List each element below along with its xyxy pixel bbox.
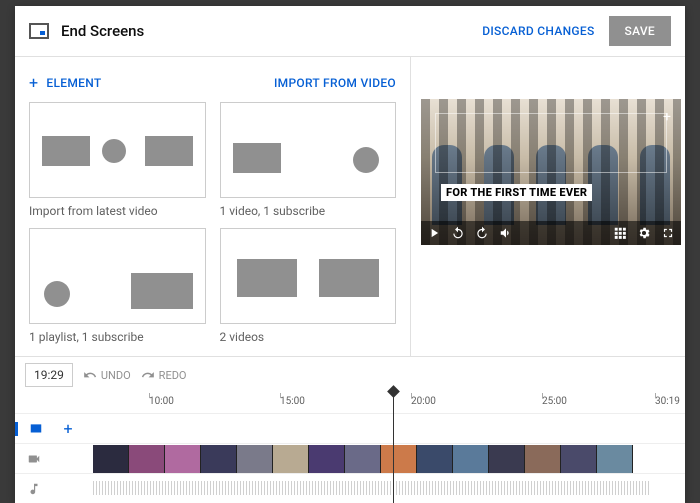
audio-track[interactable] <box>15 473 685 503</box>
track-content[interactable] <box>123 414 685 443</box>
video-thumbnails <box>93 445 685 473</box>
add-overlay-icon[interactable]: + <box>663 109 671 125</box>
track-content[interactable] <box>93 474 685 503</box>
video-track[interactable] <box>15 443 685 473</box>
template-label: 1 playlist, 1 subscribe <box>29 330 206 344</box>
ruler-tick: 25:00 <box>542 396 567 407</box>
template-1playlist-1subscribe[interactable]: 1 playlist, 1 subscribe <box>29 228 206 344</box>
panel-title: End Screens <box>61 22 482 40</box>
template-label: 2 videos <box>220 330 397 344</box>
template-thumb <box>220 102 397 198</box>
timeline-ruler[interactable]: 10:00 15:00 20:00 25:00 30:19 <box>125 393 685 413</box>
volume-icon[interactable] <box>499 226 513 240</box>
audio-waveform <box>93 481 649 495</box>
safe-zone <box>435 113 667 173</box>
player-controls <box>421 221 681 245</box>
subscribe-shape <box>44 281 70 307</box>
end-screen-icon <box>29 23 49 39</box>
forward-icon[interactable] <box>475 226 489 240</box>
undo-icon <box>83 368 97 382</box>
timeline-toolbar: 19:29 UNDO REDO <box>15 357 685 393</box>
preview-column: + FOR THE FIRST TIME EVER <box>411 57 685 356</box>
template-label: Import from latest video <box>29 204 206 218</box>
video-shape <box>237 259 297 297</box>
add-track-item-button[interactable]: + <box>53 419 83 438</box>
template-thumb <box>29 102 206 198</box>
ruler-tick: 10:00 <box>149 396 174 407</box>
redo-button[interactable]: REDO <box>141 368 187 382</box>
time-input[interactable]: 19:29 <box>25 363 73 387</box>
redo-label: REDO <box>159 369 187 382</box>
ruler-tick: 30:19 <box>655 396 680 407</box>
ruler-tick: 20:00 <box>411 396 436 407</box>
timeline-area: 19:29 UNDO REDO 10:00 15:00 20:00 25:00 … <box>15 356 685 503</box>
template-import-latest[interactable]: Import from latest video <box>29 102 206 218</box>
preview-caption: FOR THE FIRST TIME EVER <box>441 184 592 201</box>
video-shape <box>319 259 379 297</box>
import-from-video-button[interactable]: IMPORT FROM VIDEO <box>274 76 396 90</box>
video-shape <box>42 136 90 166</box>
video-preview[interactable]: + FOR THE FIRST TIME EVER <box>421 99 681 245</box>
templates-toolbar: + ELEMENT IMPORT FROM VIDEO <box>29 67 396 102</box>
discard-button[interactable]: DISCARD CHANGES <box>482 24 594 38</box>
gear-icon[interactable] <box>637 226 651 240</box>
playhead[interactable] <box>393 391 394 503</box>
grid-icon[interactable] <box>613 226 627 240</box>
add-element-label: ELEMENT <box>46 76 101 90</box>
template-thumb <box>29 228 206 324</box>
template-2videos[interactable]: 2 videos <box>220 228 397 344</box>
template-label: 1 video, 1 subscribe <box>220 204 397 218</box>
add-element-button[interactable]: + ELEMENT <box>29 73 101 92</box>
timeline-tracks: + <box>15 413 685 503</box>
ruler-tick: 15:00 <box>280 396 305 407</box>
undo-label: UNDO <box>101 369 131 382</box>
redo-icon <box>141 368 155 382</box>
video-track-icon <box>15 452 53 466</box>
fullscreen-icon[interactable] <box>661 226 675 240</box>
template-grid: Import from latest video 1 video, 1 subs… <box>29 102 396 346</box>
undo-button[interactable]: UNDO <box>83 368 131 382</box>
video-shape <box>233 143 281 173</box>
main-area: + ELEMENT IMPORT FROM VIDEO Import from … <box>15 57 685 356</box>
template-1video-1subscribe[interactable]: 1 video, 1 subscribe <box>220 102 397 218</box>
rewind-icon[interactable] <box>451 226 465 240</box>
templates-column: + ELEMENT IMPORT FROM VIDEO Import from … <box>15 57 411 356</box>
play-icon[interactable] <box>427 226 441 240</box>
subscribe-shape <box>353 147 379 173</box>
template-thumb <box>220 228 397 324</box>
plus-icon: + <box>29 73 38 92</box>
save-button[interactable]: SAVE <box>609 16 671 46</box>
subscribe-shape <box>102 139 126 163</box>
playlist-shape <box>131 273 193 309</box>
panel-header: End Screens DISCARD CHANGES SAVE <box>15 6 685 57</box>
end-screens-panel: End Screens DISCARD CHANGES SAVE + ELEME… <box>15 6 685 503</box>
audio-track-icon <box>15 482 53 496</box>
video-shape <box>145 136 193 166</box>
endscreen-track-icon <box>15 422 53 436</box>
track-content[interactable] <box>93 444 685 473</box>
endscreen-track[interactable]: + <box>15 413 685 443</box>
